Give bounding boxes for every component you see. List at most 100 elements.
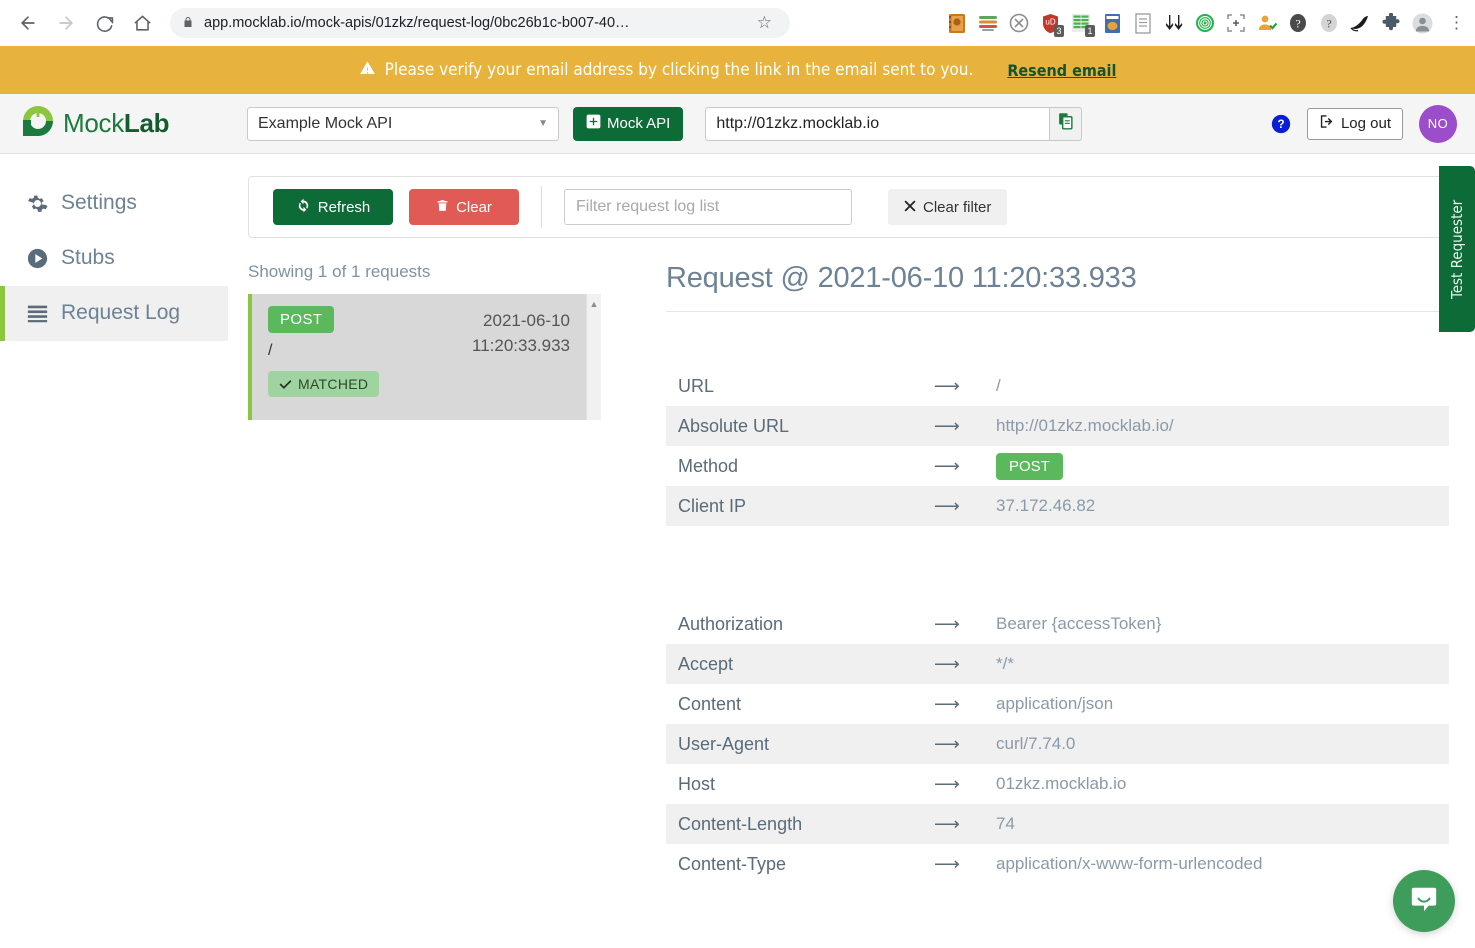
arrow-icon: ⟶ bbox=[934, 813, 960, 834]
row-value: */* bbox=[996, 654, 1014, 673]
request-detail-title: Request @ 2021-06-10 11:20:33.933 bbox=[666, 262, 1449, 312]
row-key: Absolute URL bbox=[678, 415, 790, 436]
refresh-button[interactable]: Refresh bbox=[273, 189, 393, 225]
row-key: Client IP bbox=[678, 495, 747, 516]
plus-square-icon bbox=[586, 114, 601, 133]
back-button[interactable] bbox=[10, 5, 46, 41]
refresh-icon bbox=[296, 198, 311, 217]
row-value: 37.172.46.82 bbox=[996, 496, 1096, 515]
header-right-group: ? Log out NO bbox=[1271, 104, 1457, 143]
mocklab-logo-icon bbox=[18, 101, 58, 146]
sidebar-item-label: Stubs bbox=[61, 245, 115, 269]
sidebar-item-settings[interactable]: Settings bbox=[0, 176, 228, 231]
kebab-menu-icon[interactable]: ⋮ bbox=[1448, 13, 1465, 33]
mock-api-select[interactable]: Example Mock API ▼ bbox=[247, 106, 559, 141]
clear-filter-label: Clear filter bbox=[923, 198, 992, 216]
add-mock-api-label: Mock API bbox=[607, 115, 671, 132]
email-verification-banner: Please verify your email address by clic… bbox=[0, 46, 1475, 94]
clear-button[interactable]: Clear bbox=[409, 189, 519, 225]
logout-button[interactable]: Log out bbox=[1306, 107, 1403, 140]
toolbar-divider bbox=[541, 186, 542, 228]
check-icon bbox=[279, 376, 292, 392]
logout-label: Log out bbox=[1340, 115, 1391, 132]
question-light-extension-icon[interactable]: ? bbox=[1318, 12, 1340, 34]
request-list-scrollbar[interactable]: ▲ bbox=[586, 294, 601, 420]
reload-button[interactable] bbox=[86, 5, 122, 41]
row-value: application/x-www-form-urlencoded bbox=[996, 854, 1263, 873]
row-key: User-Agent bbox=[678, 733, 770, 754]
question-dark-extension-icon[interactable]: ? bbox=[1287, 12, 1309, 34]
request-path: / bbox=[268, 342, 273, 359]
extension-tray: uD 3 1 ? ? ⋮ bbox=[946, 12, 1465, 37]
profile-avatar-icon[interactable] bbox=[1411, 12, 1433, 34]
svg-text:?: ? bbox=[1277, 118, 1284, 131]
row-key: Host bbox=[678, 773, 716, 794]
x-icon bbox=[904, 199, 916, 216]
arrow-icon: ⟶ bbox=[934, 495, 960, 516]
browser-toolbar: app.mocklab.io/mock-apis/01zkz/request-l… bbox=[0, 0, 1475, 46]
home-button[interactable] bbox=[124, 5, 160, 41]
mocklab-logo[interactable]: MockLab bbox=[18, 101, 233, 146]
notebook-extension-icon[interactable] bbox=[946, 12, 968, 34]
status-badge: MATCHED bbox=[268, 371, 380, 397]
base-url-value: http://01zkz.mocklab.io bbox=[716, 114, 880, 132]
stripes-extension-icon[interactable] bbox=[977, 12, 999, 34]
bookmark-star-icon[interactable]: ☆ bbox=[757, 13, 772, 33]
green-grid-extension-icon[interactable]: 1 bbox=[1070, 12, 1095, 37]
copy-url-button[interactable] bbox=[1050, 106, 1083, 141]
sidebar-item-stubs[interactable]: Stubs bbox=[0, 231, 228, 286]
forward-button[interactable] bbox=[48, 5, 84, 41]
request-log-content: Showing 1 of 1 requests POST / MATCHED 2… bbox=[248, 262, 1449, 884]
download-arrows-icon[interactable] bbox=[1163, 12, 1185, 34]
user-check-extension-icon[interactable] bbox=[1256, 12, 1278, 34]
sidebar-item-request-log[interactable]: Request Log bbox=[0, 285, 228, 341]
intercom-chat-button[interactable] bbox=[1393, 870, 1455, 932]
filter-request-log-input[interactable] bbox=[564, 189, 852, 225]
row-value: 74 bbox=[996, 814, 1015, 833]
table-row: Accept ⟶ */* bbox=[666, 644, 1449, 684]
arrow-icon: ⟶ bbox=[934, 853, 960, 874]
base-url-field[interactable]: http://01zkz.mocklab.io bbox=[705, 106, 1051, 141]
test-requester-tab[interactable]: Test Requester bbox=[1439, 166, 1475, 332]
sidebar-item-label: Settings bbox=[61, 191, 137, 214]
arrow-icon: ⟶ bbox=[934, 613, 960, 634]
table-row: Content-Length ⟶ 74 bbox=[666, 804, 1449, 844]
book-extension-icon[interactable] bbox=[1101, 12, 1123, 34]
address-bar[interactable]: app.mocklab.io/mock-apis/01zkz/request-l… bbox=[170, 8, 790, 38]
bird-extension-icon[interactable] bbox=[1349, 12, 1371, 34]
table-row: Method ⟶ POST bbox=[666, 446, 1449, 486]
sidebar: Settings Stubs Request Log bbox=[0, 154, 228, 948]
ublock-origin-icon[interactable]: uD 3 bbox=[1039, 12, 1064, 37]
request-list-column: Showing 1 of 1 requests POST / MATCHED 2… bbox=[248, 262, 608, 884]
row-value: 01zkz.mocklab.io bbox=[996, 774, 1127, 793]
row-value: / bbox=[996, 376, 1001, 395]
user-avatar[interactable]: NO bbox=[1419, 104, 1457, 143]
row-value: curl/7.74.0 bbox=[996, 734, 1076, 753]
mock-api-select-value: Example Mock API bbox=[258, 114, 393, 132]
puzzle-extensions-icon[interactable] bbox=[1380, 12, 1402, 34]
add-mock-api-button[interactable]: Mock API bbox=[573, 106, 684, 141]
play-circle-icon bbox=[27, 248, 48, 269]
help-circle-icon[interactable]: ? bbox=[1271, 114, 1291, 134]
showing-count: Showing 1 of 1 requests bbox=[248, 262, 431, 281]
avatar-initials: NO bbox=[1427, 116, 1449, 131]
row-value: application/json bbox=[996, 694, 1114, 713]
scroll-up-arrow-icon[interactable]: ▲ bbox=[590, 299, 599, 309]
chevron-down-icon: ▼ bbox=[538, 118, 548, 129]
screenshot-crop-icon[interactable] bbox=[1225, 12, 1247, 34]
page-body: Settings Stubs Request Log Refresh Clear… bbox=[0, 154, 1475, 948]
arrow-icon: ⟶ bbox=[934, 375, 960, 396]
fingerprint-extension-icon[interactable] bbox=[1194, 12, 1216, 34]
clear-filter-button[interactable]: Clear filter bbox=[888, 189, 1008, 225]
status-badge-label: MATCHED bbox=[298, 376, 369, 392]
circle-extension-icon[interactable] bbox=[1008, 12, 1030, 34]
document-extension-icon[interactable] bbox=[1132, 12, 1154, 34]
resend-email-link[interactable]: Resend email bbox=[1007, 61, 1116, 80]
request-headers-table: Authorization ⟶ Bearer {accessToken} Acc… bbox=[666, 604, 1449, 884]
request-list-item[interactable]: POST / MATCHED 2021-06-10 11:20:33.933 bbox=[248, 294, 586, 420]
banner-message: Please verify your email address by clic… bbox=[384, 60, 974, 80]
row-key: Content-Type bbox=[678, 853, 787, 874]
table-row: Client IP ⟶ 37.172.46.82 bbox=[666, 486, 1449, 526]
svg-text:?: ? bbox=[1295, 17, 1300, 31]
